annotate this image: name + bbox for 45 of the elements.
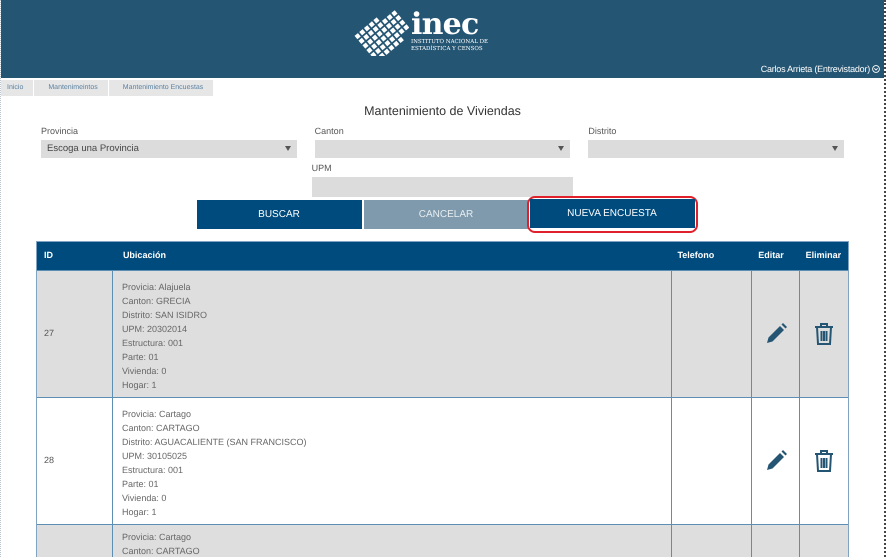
location-line: Provicia: Cartago [122,530,192,544]
field-label: Canton [314,126,345,136]
logo-wordmark: inec [410,11,480,39]
location-line: Distrito: AGUACALIENTE (SAN FRANCISCO) [122,436,308,449]
trash-icon[interactable] [814,448,834,473]
column-header: Telefono [676,249,716,262]
location-line: Distrito: SAN ISIDRO [122,308,208,322]
trash-icon[interactable] [814,322,834,346]
column-header: Editar [757,249,785,262]
location-line: Hogar: 1 [122,506,158,519]
caret-icon [832,146,838,152]
field-label: UPM [312,164,333,173]
table-cell-text: 27 [44,327,54,340]
logo-mark-icon [352,8,409,56]
chevron-circle-icon[interactable] [872,65,880,74]
column-header: ID [43,249,54,262]
action-button[interactable]: NUEVA ENCUESTA [530,198,694,228]
select-field[interactable]: Escoga una Provincia [41,140,297,158]
location-line: Parte: 01 [122,350,160,364]
select-field[interactable] [588,140,844,158]
location-line: Canton: CARTAGO [122,544,201,557]
location-line: Canton: CARTAGO [122,422,201,435]
location-line: Estructura: 001 [122,336,184,350]
location-line: Estructura: 001 [122,464,184,477]
location-line: Vivienda: 0 [122,364,168,378]
location-line: Provicia: Alajuela [122,280,192,294]
column-header: Ubicación [122,249,167,262]
input-field[interactable] [312,176,574,197]
location-line: UPM: 20302014 [122,322,188,336]
location-line: UPM: 30105025 [122,450,188,463]
field-label: Distrito [588,126,618,136]
column-header: Eliminar [804,249,842,262]
table-cell-text: 28 [44,454,54,467]
caret-icon [284,146,291,152]
page-title: Mantenimiento de Viviendas [363,103,522,120]
select-field[interactable] [314,140,570,158]
location-line: Provicia: Cartago [122,408,192,421]
location-line: Canton: GRECIA [122,294,192,308]
location-line: Parte: 01 [122,478,160,491]
location-line: Hogar: 1 [122,378,158,392]
action-button[interactable]: BUSCAR [196,200,362,229]
user-menu[interactable]: Carlos Arrieta (Entrevistador) [760,62,870,76]
caret-icon [558,146,564,152]
field-label: Provincia [41,126,80,136]
location-line: Vivienda: 0 [122,492,168,505]
